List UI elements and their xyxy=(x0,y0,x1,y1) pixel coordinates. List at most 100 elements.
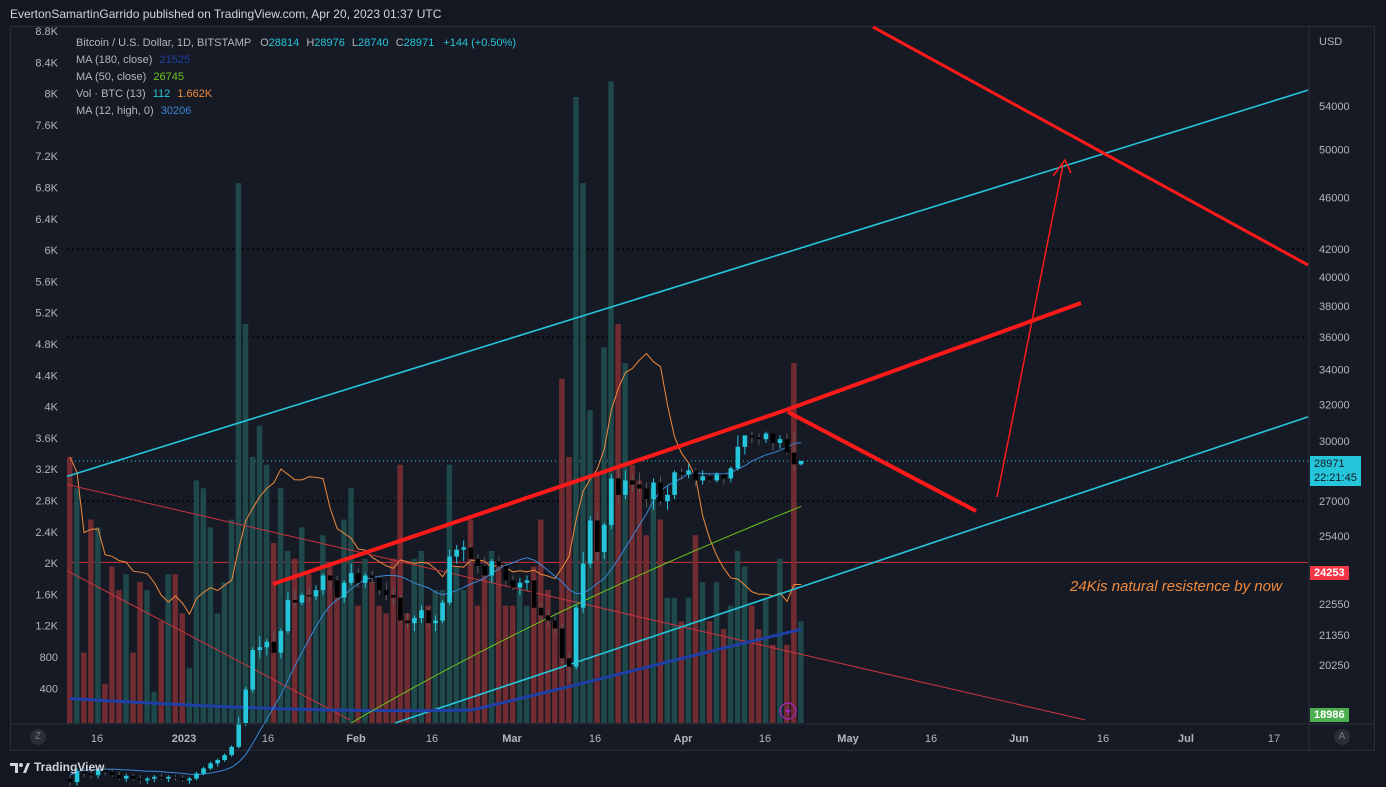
pullback-line xyxy=(787,410,977,513)
right-axis-tick: 50000 xyxy=(1319,145,1350,157)
volume-bar xyxy=(755,629,762,723)
volume-bar xyxy=(193,480,200,723)
x-axis-tick: 16 xyxy=(925,733,937,745)
volume-bar xyxy=(594,472,600,723)
volume-bar xyxy=(158,621,164,723)
ma12-value: 30206 xyxy=(160,105,192,117)
vol-value-2: 1.662K xyxy=(177,88,213,100)
candle-body xyxy=(468,547,474,559)
ohlc-value-c: 28971 xyxy=(403,37,435,49)
candle-body xyxy=(559,628,565,659)
volume-bar xyxy=(706,621,713,723)
candle-body xyxy=(292,600,298,603)
ohlc-key-c: C xyxy=(392,37,404,49)
candle-body xyxy=(594,520,600,552)
candle-body xyxy=(798,460,804,465)
candle-body xyxy=(180,777,185,781)
ohlc-value-l: 28740 xyxy=(358,37,389,49)
ma12-label: MA (12, high, 0) xyxy=(76,105,154,117)
volume-bar xyxy=(523,605,530,723)
x-axis-tick: 2023 xyxy=(172,733,196,745)
candle-body xyxy=(489,561,495,576)
ohlc-key-o: O xyxy=(260,37,269,49)
left-axis-tick: 4.4K xyxy=(35,370,58,382)
candle-body xyxy=(770,433,776,443)
candle-body xyxy=(250,649,256,690)
left-axis-tick: 1.2K xyxy=(35,621,58,633)
volume-bar xyxy=(263,464,270,723)
zoom-reset-button[interactable]: Z xyxy=(30,729,46,745)
volume-bar xyxy=(678,621,685,723)
volume-bar xyxy=(327,566,333,723)
volume-bar xyxy=(622,363,628,723)
candle-body xyxy=(672,472,677,495)
candle-body xyxy=(306,595,312,597)
candle-body xyxy=(482,565,488,576)
candle-body xyxy=(580,563,586,608)
x-axis-tick: 16 xyxy=(589,733,601,745)
candle-body xyxy=(665,494,670,502)
left-axis-tick: 7.6K xyxy=(35,120,58,132)
right-axis-tick: 46000 xyxy=(1319,192,1350,204)
volume-bar xyxy=(200,488,207,723)
ma180-value: 21525 xyxy=(159,54,191,66)
volume-bar xyxy=(67,456,73,723)
x-axis-tick: Jun xyxy=(1009,733,1029,745)
candle-body xyxy=(391,595,396,598)
volume-bar xyxy=(727,605,734,723)
candle-body xyxy=(573,607,579,667)
volume-bar xyxy=(404,613,410,723)
volume-bar xyxy=(474,605,481,723)
left-axis-tick: 2.8K xyxy=(35,496,58,508)
candle-body xyxy=(398,597,403,621)
volume-bar xyxy=(636,480,642,723)
left-axis-tick: 6.8K xyxy=(35,183,58,195)
candle-body xyxy=(552,620,558,629)
level-badge: 24253 xyxy=(1310,566,1349,580)
left-axis-tick: 1.6K xyxy=(35,589,58,601)
candle-body xyxy=(285,600,291,632)
right-axis-tick: 22550 xyxy=(1319,599,1350,611)
ohlc-value-h: 28976 xyxy=(314,37,345,49)
right-axis-tick: 27000 xyxy=(1319,496,1350,508)
candle-body xyxy=(222,755,227,761)
candle-body xyxy=(109,771,115,776)
candle-body xyxy=(447,556,452,603)
vol-label: Vol · BTC (13) xyxy=(76,88,146,100)
candle-body xyxy=(679,472,684,475)
ohlc-key-l: L xyxy=(348,37,359,49)
legend-ma180-row: MA (180, close) 21525 xyxy=(76,52,516,69)
right-axis-tick: 21350 xyxy=(1319,630,1350,642)
candle-body xyxy=(130,775,136,779)
volume-bar xyxy=(116,589,122,723)
volume-bar xyxy=(509,605,516,723)
candle-body xyxy=(454,549,459,557)
candle-body xyxy=(700,476,705,481)
volume-bar xyxy=(102,683,108,723)
left-axis-tick: 5.2K xyxy=(35,308,58,320)
candle-body xyxy=(355,573,361,583)
volume-bar xyxy=(277,488,284,723)
auto-scale-button[interactable]: A xyxy=(1334,729,1350,745)
ma180-label: MA (180, close) xyxy=(76,54,153,66)
left-axis-tick: 8.4K xyxy=(35,57,58,69)
candle-body xyxy=(791,452,797,465)
tradingview-logo-icon xyxy=(10,761,30,773)
right-axis-tick: 38000 xyxy=(1319,301,1350,313)
candle-body xyxy=(496,561,502,566)
right-axis-tick: 20250 xyxy=(1319,660,1350,672)
right-axis-tick: 34000 xyxy=(1319,365,1350,377)
vol-value-1: 112 xyxy=(152,88,171,100)
candle-body xyxy=(461,547,466,550)
volume-bar xyxy=(320,535,326,723)
candle-body xyxy=(341,582,347,598)
ohlc-key-h: H xyxy=(303,37,315,49)
candle-body xyxy=(707,476,713,481)
candle-body xyxy=(524,580,530,583)
candle-body xyxy=(201,768,206,774)
volume-bar xyxy=(397,464,403,723)
x-axis-tick: 16 xyxy=(91,733,103,745)
right-axis-tick: 32000 xyxy=(1319,399,1350,411)
candle-body xyxy=(264,641,270,648)
volume-bar xyxy=(734,550,741,723)
